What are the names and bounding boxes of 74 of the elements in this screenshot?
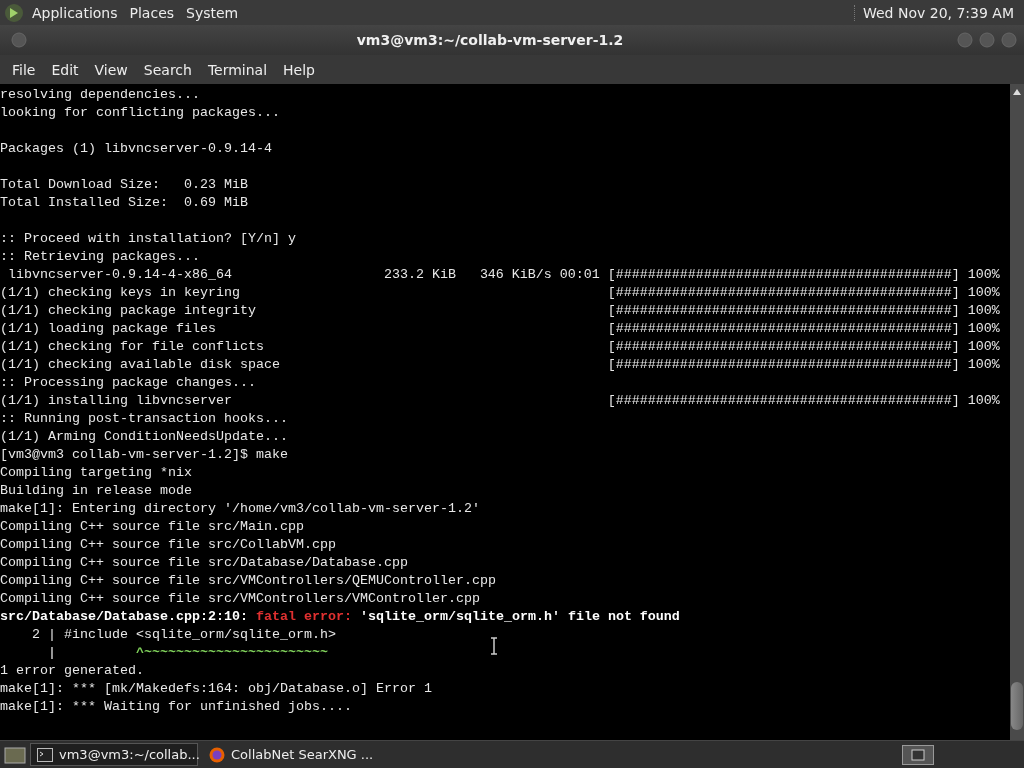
progress-percent: 100% (967, 320, 1000, 338)
progress-percent: 100% (967, 392, 1000, 410)
terminal-line: src/Database/Database.cpp:2:10: fatal error: 'sqlite_orm/sqlite_orm.h' file not found (0, 608, 680, 626)
terminal-line: Compiling C++ source file src/VMControllers/VMController.cpp (0, 590, 480, 608)
package-name: libvncserver-0.9.14-4-x86_64 (7, 267, 232, 282)
download-size: 233.2 KiB (383, 267, 456, 282)
clock[interactable]: Wed Nov 20, 7:39 AM (854, 4, 1020, 21)
terminal-line: Total Installed Size: 0.69 MiB (0, 194, 248, 212)
text-cursor-icon (489, 637, 499, 655)
terminal-line: Compiling C++ source file src/CollabVM.cpp (0, 536, 336, 554)
terminal-line: Total Download Size: 0.23 MiB (0, 176, 248, 194)
scrollbar-thumb[interactable] (1011, 682, 1023, 730)
progress-percent: 100% (967, 338, 1000, 356)
download-rate: 346 KiB/s (479, 267, 552, 282)
panel-menu[interactable]: Applications (28, 4, 126, 21)
terminal-line: make[1]: *** [mk/Makedefs:164: obj/Database.o] Error 1 (0, 680, 432, 698)
maximize-icon[interactable] (978, 31, 996, 49)
terminal-line: :: Running post-transaction hooks... (0, 410, 288, 428)
terminal-line: :: Retrieving packages... (0, 248, 200, 266)
progress-percent: 100% (967, 284, 1000, 302)
taskbar-button[interactable]: vm3@vm3:~/collab... (30, 743, 198, 766)
terminal-line: :: Processing package changes... (0, 374, 256, 392)
terminal-line: Compiling targeting *nix (0, 464, 192, 482)
terminal-icon (37, 747, 53, 762)
progress-bar-text: [##########################################] (607, 357, 960, 372)
progress-bar-text: [##########################################] (607, 303, 960, 318)
terminal-line: Compiling C++ source file src/VMControllers/QEMUController.cpp (0, 572, 496, 590)
distro-logo-icon[interactable] (4, 2, 24, 23)
panel-menu[interactable]: System (182, 4, 247, 21)
terminal-line: (1/1) checking for file conflicts (0, 339, 264, 354)
terminal-line: (1/1) checking available disk space (0, 357, 280, 372)
progress-bar-text: [##########################################] (607, 267, 960, 282)
menu-item[interactable]: Help (275, 61, 323, 78)
scrollbar[interactable] (1010, 84, 1024, 740)
panel-menu[interactable]: Places (125, 4, 183, 21)
progress-percent: 100% (967, 356, 1000, 374)
menu-item[interactable]: Edit (43, 61, 87, 78)
progress-percent: 100% (967, 266, 1000, 284)
terminal-line: Compiling C++ source file src/Main.cpp (0, 518, 304, 536)
progress-percent: 100% (967, 302, 1000, 320)
scroll-up-icon[interactable] (1012, 88, 1022, 96)
download-time: 00:01 (559, 267, 600, 282)
terminal-line: Building in release mode (0, 482, 192, 500)
terminal-line: (1/1) Arming ConditionNeedsUpdate... (0, 428, 288, 446)
terminal-line: (1/1) checking keys in keyring (0, 285, 240, 300)
window-menu-icon[interactable] (10, 31, 28, 49)
terminal-line: Compiling C++ source file src/Database/Database.cpp (0, 554, 408, 572)
progress-bar-text: [##########################################] (607, 321, 960, 336)
progress-bar-text: [##########################################] (607, 393, 960, 408)
menu-item[interactable]: View (86, 61, 136, 78)
window-title: vm3@vm3:~/collab-vm-server-1.2 (355, 32, 625, 48)
workspace-icon[interactable] (902, 744, 934, 765)
menu-item[interactable]: Terminal (199, 61, 276, 78)
terminal-line: resolving dependencies... (0, 86, 200, 104)
terminal-line: make[1]: Entering directory '/home/vm3/collab-vm-server-1.2' (0, 500, 480, 518)
taskbar-button[interactable]: CollabNet SearXNG ... (202, 743, 370, 766)
terminal-line: looking for conflicting packages... (0, 104, 280, 122)
minimize-icon[interactable] (956, 31, 974, 49)
terminal-line: (1/1) checking package integrity (0, 303, 256, 318)
terminal-line: (1/1) installing libvncserver (0, 393, 232, 408)
terminal-line: 1 error generated. (0, 662, 144, 680)
show-desktop-icon[interactable] (4, 744, 26, 765)
terminal-line: make[1]: *** Waiting for unfinished jobs.... (0, 698, 352, 716)
terminal-line: Packages (1) libvncserver-0.9.14-4 (0, 140, 272, 158)
progress-bar-text: [##########################################] (607, 339, 960, 354)
terminal-line: | ^~~~~~~~~~~~~~~~~~~~~~~~ (47, 644, 328, 662)
terminal-line: :: Proceed with installation? [Y/n] y (0, 230, 296, 248)
progress-bar-text: [##########################################] (607, 285, 960, 300)
menu-item[interactable]: Search (135, 61, 200, 78)
menu-item[interactable]: File (4, 61, 44, 78)
terminal-line: 2 | #include <sqlite_orm/sqlite_orm.h> (31, 626, 336, 644)
close-icon[interactable] (1000, 31, 1018, 49)
terminal-line: [vm3@vm3 collab-vm-server-1.2]$ make (0, 446, 288, 464)
terminal-line: (1/1) loading package files (0, 321, 216, 336)
